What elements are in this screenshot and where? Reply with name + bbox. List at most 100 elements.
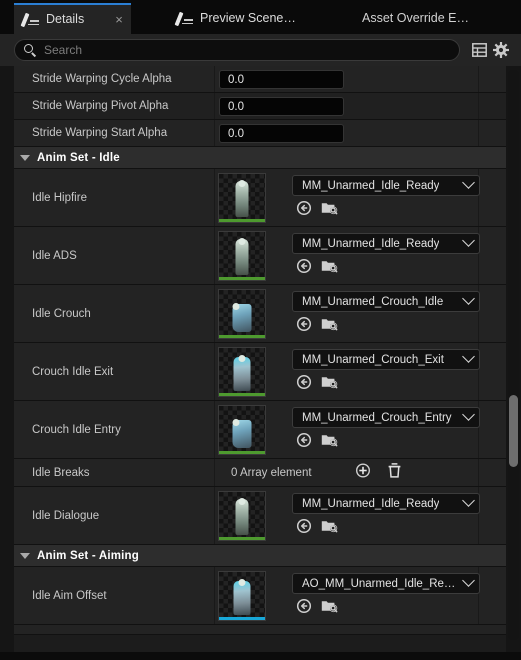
asset-picker-value: MM_Unarmed_Crouch_Entry bbox=[302, 411, 452, 424]
thumbnail-head bbox=[232, 303, 240, 310]
browse-to-asset-icon[interactable] bbox=[321, 200, 339, 221]
asset-picker-dropdown[interactable]: MM_Unarmed_Crouch_Idle bbox=[292, 291, 480, 312]
property-label: Stride Warping Start Alpha bbox=[32, 127, 168, 139]
asset-row-actions bbox=[296, 258, 339, 279]
asset-type-color-bar bbox=[219, 219, 265, 222]
details-properties-list: Stride Warping Cycle Alpha 0.0 Stride Warp… bbox=[14, 66, 506, 660]
browse-to-asset-icon[interactable] bbox=[321, 374, 339, 395]
asset-property-row[interactable]: Crouch Idle Entry MM_Unarmed_Crouch_Entry bbox=[14, 401, 506, 459]
use-selected-asset-icon[interactable] bbox=[296, 598, 312, 619]
use-selected-asset-icon[interactable] bbox=[296, 432, 312, 453]
asset-picker-value: MM_Unarmed_Idle_Ready bbox=[302, 237, 440, 250]
asset-type-color-bar bbox=[219, 537, 265, 540]
vertical-scrollbar[interactable] bbox=[508, 70, 519, 640]
property-label: Idle Dialogue bbox=[32, 509, 100, 522]
property-row[interactable]: Stride Warping Pivot Alpha 0.0 bbox=[14, 93, 506, 120]
chevron-down-icon bbox=[462, 350, 475, 363]
asset-picker-dropdown[interactable]: MM_Unarmed_Idle_Ready bbox=[292, 493, 480, 514]
chevron-down-icon[interactable] bbox=[20, 154, 30, 161]
asset-picker-value: MM_Unarmed_Idle_Ready bbox=[302, 179, 440, 192]
grid-view-icon[interactable] bbox=[470, 41, 488, 59]
asset-type-color-bar bbox=[219, 335, 265, 338]
asset-property-row[interactable]: Idle ADS MM_Unarmed_Idle_Ready bbox=[14, 227, 506, 285]
tab-preview-scene-label: Preview Scene… bbox=[200, 11, 296, 26]
chevron-down-icon bbox=[462, 234, 475, 247]
close-icon[interactable]: × bbox=[115, 13, 123, 26]
numeric-input[interactable]: 0.0 bbox=[219, 124, 344, 143]
asset-row-actions bbox=[296, 432, 339, 453]
asset-picker-dropdown[interactable]: MM_Unarmed_Crouch_Entry bbox=[292, 407, 480, 428]
chevron-down-icon[interactable] bbox=[20, 552, 30, 559]
thumbnail-figure bbox=[233, 581, 251, 615]
asset-row-actions bbox=[296, 598, 339, 619]
asset-picker-dropdown[interactable]: MM_Unarmed_Idle_Ready bbox=[292, 233, 480, 254]
chevron-down-icon bbox=[462, 176, 475, 189]
section-header[interactable]: Anim Set - Aiming bbox=[14, 545, 506, 567]
numeric-input[interactable]: 0.0 bbox=[219, 97, 344, 116]
asset-thumbnail[interactable] bbox=[218, 405, 266, 455]
chevron-down-icon bbox=[462, 574, 475, 587]
section-header[interactable]: Anim Set - Idle bbox=[14, 147, 506, 169]
tab-asset-override-editor[interactable]: Asset Override E… bbox=[352, 3, 479, 34]
thumbnail-head bbox=[238, 355, 246, 362]
asset-picker-dropdown[interactable]: MM_Unarmed_Crouch_Exit bbox=[292, 349, 480, 370]
asset-thumbnail[interactable] bbox=[218, 289, 266, 339]
browse-to-asset-icon[interactable] bbox=[321, 316, 339, 337]
use-selected-asset-icon[interactable] bbox=[296, 374, 312, 395]
browse-to-asset-icon[interactable] bbox=[321, 432, 339, 453]
browse-to-asset-icon[interactable] bbox=[321, 598, 339, 619]
array-property-row[interactable]: Idle Breaks 0 Array element bbox=[14, 459, 506, 487]
property-row[interactable]: Stride Warping Cycle Alpha 0.0 bbox=[14, 66, 506, 93]
tab-preview-scene[interactable]: Preview Scene… bbox=[168, 3, 306, 34]
property-label: Stride Warping Pivot Alpha bbox=[32, 100, 169, 112]
asset-property-row[interactable]: Idle Hipfire MM_Unarmed_Idle_Ready bbox=[14, 169, 506, 227]
window-bottom-edge bbox=[0, 652, 521, 660]
numeric-input[interactable]: 0.0 bbox=[219, 70, 344, 89]
asset-thumbnail[interactable] bbox=[218, 491, 266, 541]
search-placeholder: Search bbox=[44, 43, 83, 57]
browse-to-asset-icon[interactable] bbox=[321, 258, 339, 279]
add-icon[interactable] bbox=[355, 462, 371, 483]
array-element-count: 0 Array element bbox=[231, 466, 312, 479]
details-icon bbox=[174, 11, 193, 26]
asset-property-row[interactable]: Crouch Idle Exit MM_Unarmed_Crouch_Exit bbox=[14, 343, 506, 401]
use-selected-asset-icon[interactable] bbox=[296, 518, 312, 539]
asset-thumbnail[interactable] bbox=[218, 571, 266, 621]
use-selected-asset-icon[interactable] bbox=[296, 316, 312, 337]
gear-icon[interactable] bbox=[492, 41, 510, 59]
column-divider bbox=[214, 66, 215, 92]
chevron-down-icon bbox=[462, 292, 475, 305]
details-icon bbox=[20, 12, 39, 27]
chevron-down-icon bbox=[462, 408, 475, 421]
column-divider bbox=[214, 487, 215, 544]
details-properties-scroll[interactable]: Stride Warping Cycle Alpha 0.0 Stride Warp… bbox=[0, 66, 521, 660]
asset-thumbnail[interactable] bbox=[218, 347, 266, 397]
thumbnail-head bbox=[238, 180, 246, 187]
trash-icon[interactable] bbox=[387, 462, 402, 483]
asset-thumbnail[interactable] bbox=[218, 173, 266, 223]
array-actions bbox=[355, 462, 402, 483]
asset-type-color-bar bbox=[219, 617, 265, 620]
use-selected-asset-icon[interactable] bbox=[296, 200, 312, 221]
property-label: Idle Crouch bbox=[32, 307, 91, 320]
scrollbar-thumb[interactable] bbox=[509, 395, 518, 467]
asset-property-row[interactable]: Idle Dialogue MM_Unarmed_Idle_Ready bbox=[14, 487, 506, 545]
details-panel-window: Details × Preview Scene… Asset Override … bbox=[0, 0, 521, 660]
browse-to-asset-icon[interactable] bbox=[321, 518, 339, 539]
column-divider bbox=[214, 285, 215, 342]
use-selected-asset-icon[interactable] bbox=[296, 258, 312, 279]
asset-thumbnail[interactable] bbox=[218, 231, 266, 281]
property-row[interactable]: Stride Warping Start Alpha 0.0 bbox=[14, 120, 506, 147]
asset-picker-dropdown[interactable]: AO_MM_Unarmed_Idle_Ready bbox=[292, 573, 480, 594]
asset-property-row[interactable]: Idle Crouch MM_Unarmed_Crouch_Idle bbox=[14, 285, 506, 343]
column-divider bbox=[478, 66, 479, 92]
search-input[interactable]: Search bbox=[14, 39, 460, 61]
column-divider bbox=[214, 169, 215, 226]
column-divider bbox=[478, 120, 479, 146]
search-toolbar: Search bbox=[0, 34, 521, 66]
search-icon bbox=[24, 44, 36, 57]
asset-picker-dropdown[interactable]: MM_Unarmed_Idle_Ready bbox=[292, 175, 480, 196]
thumbnail-head bbox=[238, 498, 246, 505]
asset-property-row[interactable]: Idle Aim Offset AO_MM_Unarmed_Idle_Ready bbox=[14, 567, 506, 625]
tab-details[interactable]: Details × bbox=[14, 3, 131, 34]
